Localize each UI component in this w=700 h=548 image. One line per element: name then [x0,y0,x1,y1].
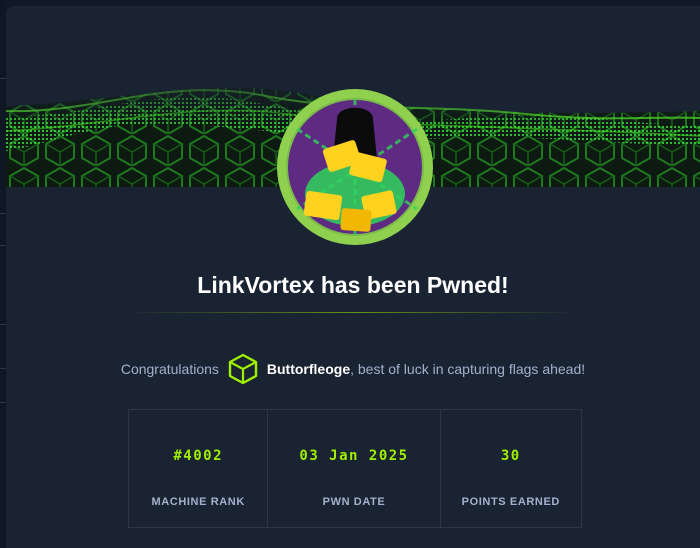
stat-pwn-date: 03 Jan 2025 PWN DATE [268,410,441,527]
stat-machine-rank: #4002 MACHINE RANK [129,410,269,527]
htb-cube-icon [227,353,259,385]
pwn-date-label: PWN DATE [322,496,386,508]
congrats-suffix: , best of luck in capturing flags ahead! [350,361,586,377]
points-earned-value: 30 [500,448,521,464]
congrats-message: Congratulations Buttorfleoge , best of l… [6,352,700,386]
machine-avatar-icon [277,89,433,245]
title-divider [126,312,580,313]
machine-rank-label: MACHINE RANK [151,496,245,508]
congrats-prefix: Congratulations [120,361,219,377]
pwn-stats: #4002 MACHINE RANK 03 Jan 2025 PWN DATE … [128,409,582,528]
pwned-modal: LinkVortex has been Pwned! Congratulatio… [6,6,700,548]
points-earned-label: POINTS EARNED [461,496,560,508]
pwned-title: LinkVortex has been Pwned! [197,272,509,298]
machine-rank-value: #4002 [173,448,224,464]
stat-points-earned: 30 POINTS EARNED [441,410,581,527]
pwn-date-value: 03 Jan 2025 [299,448,409,464]
username-link[interactable]: Buttorfleoge [267,361,350,377]
